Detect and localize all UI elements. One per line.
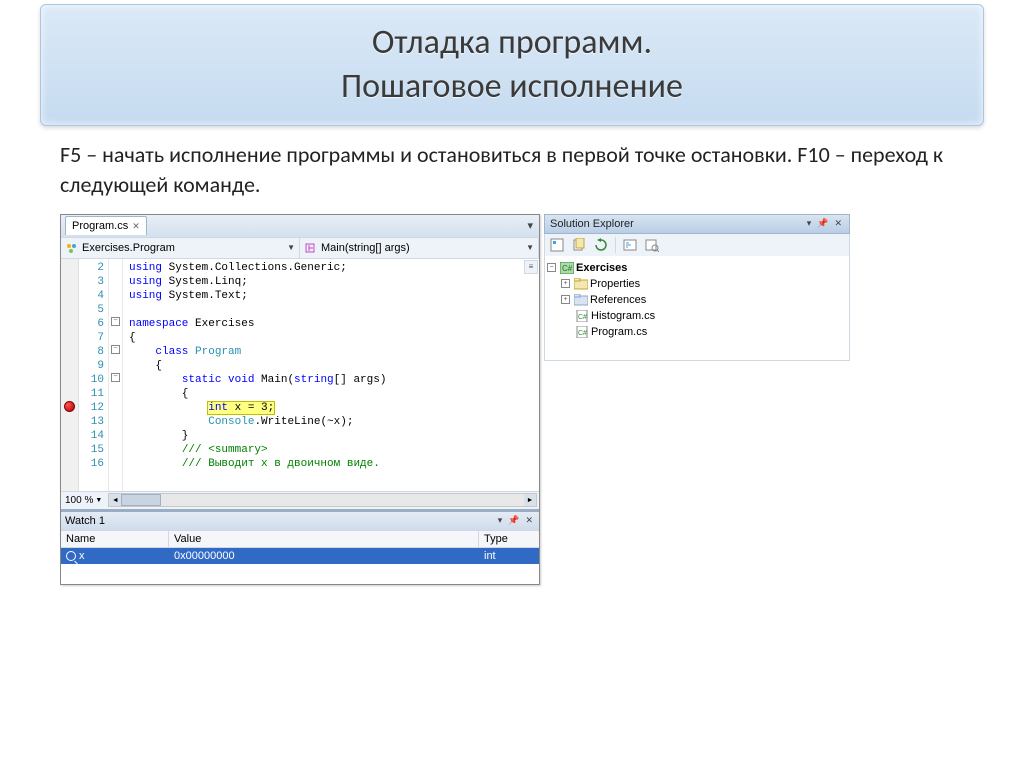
split-handle[interactable]: ≡ — [524, 260, 538, 274]
breakpoint-icon[interactable] — [64, 401, 75, 412]
tab-label: Program.cs — [72, 220, 128, 232]
watch-name-cell[interactable]: x — [61, 548, 169, 564]
refresh-icon[interactable] — [593, 237, 609, 253]
horizontal-scrollbar[interactable]: ◄ ► — [108, 493, 537, 507]
fold-toggle[interactable]: − — [111, 317, 120, 326]
class-icon — [65, 241, 79, 255]
watch-header-row: Name Value Type — [61, 530, 539, 548]
view-code-icon[interactable] — [622, 237, 638, 253]
close-icon[interactable]: ✕ — [132, 221, 140, 232]
editor-column: Program.cs ✕ ▾ Exercises.Program ▼ Main(… — [60, 214, 540, 585]
slide-title-box: Отладка программ. Пошаговое исполнение — [40, 4, 984, 126]
close-icon[interactable]: ✕ — [832, 218, 844, 229]
zoom-dropdown[interactable]: 100 %▼ — [61, 495, 106, 506]
watch-row[interactable]: x 0x00000000 int — [61, 548, 539, 564]
method-icon — [304, 241, 318, 255]
col-type[interactable]: Type — [479, 531, 539, 547]
ide-screenshot: Program.cs ✕ ▾ Exercises.Program ▼ Main(… — [60, 214, 850, 585]
tree-file-histogram[interactable]: C# Histogram.cs — [547, 308, 847, 324]
col-name[interactable]: Name — [61, 531, 169, 547]
chevron-down-icon: ▼ — [526, 243, 534, 252]
fold-toggle[interactable]: − — [111, 373, 120, 382]
watch-value-cell[interactable]: 0x00000000 — [169, 548, 479, 564]
document-tab-strip: Program.cs ✕ ▾ — [61, 215, 539, 237]
expand-icon[interactable]: + — [561, 295, 570, 304]
member-dropdown[interactable]: Main(string[] args) ▼ — [300, 238, 539, 258]
solution-tree[interactable]: − C# Exercises + Properties + References… — [544, 256, 850, 361]
solution-explorer: Solution Explorer ▾ 📌 ✕ − C# Exercises + — [544, 214, 850, 585]
csharp-file-icon: C# — [575, 310, 589, 322]
navigation-bar: Exercises.Program ▼ Main(string[] args) … — [61, 237, 539, 259]
references-icon — [574, 294, 588, 306]
close-icon[interactable]: ✕ — [523, 515, 535, 526]
pin-icon[interactable]: 📌 — [815, 218, 830, 229]
editor-footer: 100 %▼ ◄ ► — [61, 491, 539, 509]
watch-titlebar[interactable]: Watch 1 ▾ 📌 ✕ — [61, 512, 539, 530]
tree-file-program[interactable]: C# Program.cs — [547, 324, 847, 340]
solution-toolbar — [544, 234, 850, 256]
svg-text:C#: C# — [578, 330, 587, 337]
window-position-icon[interactable]: ▾ — [496, 515, 505, 526]
expand-icon[interactable]: + — [561, 279, 570, 288]
watch-empty-row[interactable] — [61, 564, 539, 584]
show-all-files-icon[interactable] — [571, 237, 587, 253]
line-number-gutter: 2345678910111213141516 — [79, 259, 109, 491]
col-value[interactable]: Value — [169, 531, 479, 547]
svg-text:C#: C# — [562, 264, 573, 273]
magnify-icon — [66, 551, 76, 561]
collapse-icon[interactable]: − — [547, 263, 556, 272]
code-editor[interactable]: 2345678910111213141516 − − − using Syste… — [61, 259, 539, 491]
tree-references[interactable]: + References — [547, 292, 847, 308]
window-position-icon[interactable]: ▾ — [805, 218, 814, 229]
watch-panel: Watch 1 ▾ 📌 ✕ Name Value Type x 0x000000… — [61, 509, 539, 584]
tree-properties[interactable]: + Properties — [547, 276, 847, 292]
scroll-left-arrow[interactable]: ◄ — [109, 494, 121, 506]
view-designer-icon[interactable] — [644, 237, 660, 253]
slide-description: F5 – начать исполнение программы и остан… — [60, 140, 964, 199]
watch-type-cell: int — [479, 548, 539, 564]
tree-project[interactable]: − C# Exercises — [547, 260, 847, 276]
tab-overflow-dropdown[interactable]: ▾ — [521, 219, 539, 232]
watch-title-text: Watch 1 — [65, 515, 105, 527]
csharp-file-icon: C# — [575, 326, 589, 338]
csharp-project-icon: C# — [560, 262, 574, 274]
scroll-thumb[interactable] — [121, 494, 161, 506]
document-tab[interactable]: Program.cs ✕ — [65, 216, 147, 235]
code-text[interactable]: using System.Collections.Generic;using S… — [123, 259, 539, 491]
svg-text:C#: C# — [578, 314, 587, 321]
solution-explorer-titlebar[interactable]: Solution Explorer ▾ 📌 ✕ — [544, 214, 850, 234]
chevron-down-icon: ▼ — [287, 243, 295, 252]
scope-dropdown[interactable]: Exercises.Program ▼ — [61, 238, 300, 258]
scroll-right-arrow[interactable]: ► — [524, 494, 536, 506]
pin-icon[interactable]: 📌 — [506, 515, 521, 526]
slide-title: Отладка программ. Пошаговое исполнение — [61, 21, 963, 109]
folder-icon — [574, 278, 588, 290]
outlining-margin[interactable]: − − − — [109, 259, 123, 491]
breakpoint-margin[interactable] — [61, 259, 79, 491]
fold-toggle[interactable]: − — [111, 345, 120, 354]
panel-title: Solution Explorer — [550, 218, 634, 230]
properties-icon[interactable] — [549, 237, 565, 253]
